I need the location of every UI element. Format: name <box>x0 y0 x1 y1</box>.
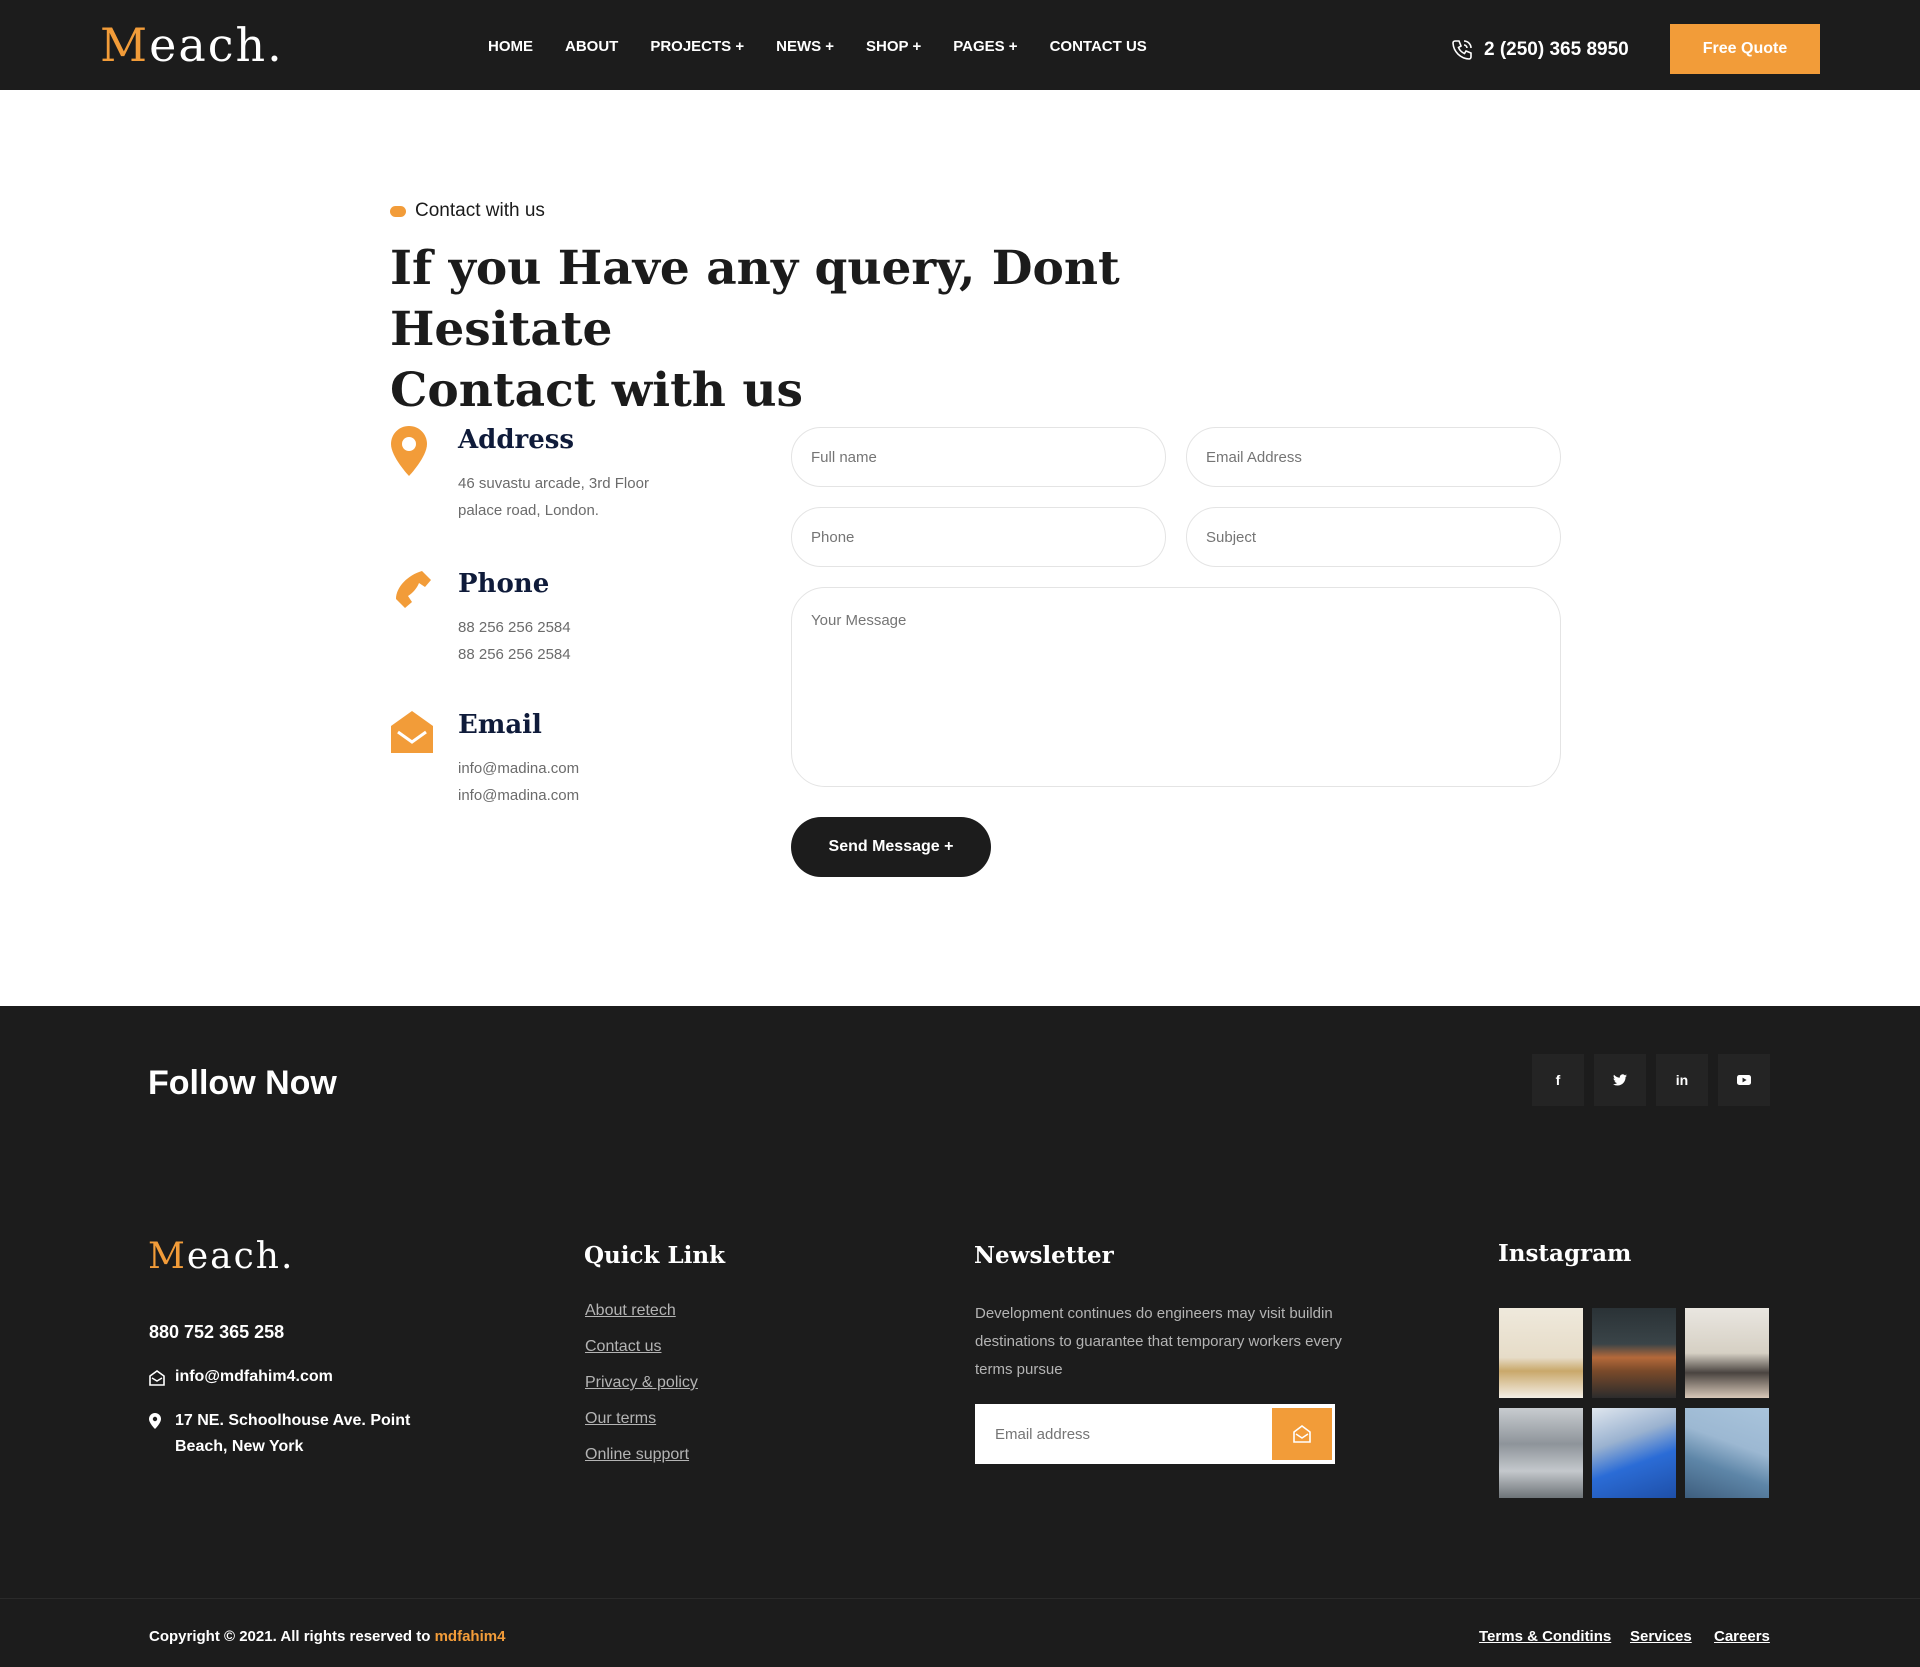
terms-link[interactable]: Terms & Conditins <box>1479 1628 1611 1645</box>
phone-input[interactable] <box>791 507 1166 567</box>
instagram-title: Instagram <box>1498 1240 1632 1267</box>
subject-input[interactable] <box>1186 507 1561 567</box>
services-link[interactable]: Services <box>1630 1628 1692 1645</box>
copyright-owner-link[interactable]: mdfahim4 <box>435 1628 506 1645</box>
phone-icon <box>1452 40 1472 60</box>
address-line-2: palace road, London. <box>458 502 599 519</box>
message-textarea[interactable] <box>791 587 1561 787</box>
quick-link-about[interactable]: About retech <box>585 1302 676 1320</box>
footer-email[interactable]: info@mdfahim4.com <box>175 1368 333 1386</box>
copyright-prefix: Copyright © 2021. All rights reserved to <box>149 1628 435 1645</box>
phone-line-1: 88 256 256 2584 <box>458 619 571 636</box>
quick-link-terms[interactable]: Our terms <box>585 1410 656 1428</box>
instagram-photo-6[interactable] <box>1685 1408 1769 1498</box>
main-nav: HOME ABOUT PROJECTS + NEWS + SHOP + PAGE… <box>488 38 1179 55</box>
phone-title: Phone <box>458 569 550 599</box>
mail-icon <box>149 1370 165 1386</box>
email-address-input[interactable] <box>1186 427 1561 487</box>
newsletter-description: Development continues do engineers may v… <box>975 1305 1342 1378</box>
page-title: If you Have any query, Dont Hesitate Con… <box>390 238 1290 421</box>
footer-logo-letter: M <box>148 1236 187 1277</box>
quick-link-title: Quick Link <box>584 1242 726 1269</box>
email-title: Email <box>458 710 542 740</box>
instagram-photo-5[interactable] <box>1592 1408 1676 1498</box>
envelope-open-icon <box>391 711 433 753</box>
free-quote-button[interactable]: Free Quote <box>1670 24 1820 74</box>
footer-phone[interactable]: 880 752 365 258 <box>149 1322 284 1343</box>
twitter-icon[interactable] <box>1594 1054 1646 1106</box>
nav-projects[interactable]: PROJECTS + <box>650 38 744 55</box>
footer-divider <box>0 1598 1920 1599</box>
header-phone[interactable]: 2 (250) 365 8950 <box>1450 38 1629 62</box>
quick-link-contact[interactable]: Contact us <box>585 1338 661 1356</box>
instagram-photo-1[interactable] <box>1499 1308 1583 1398</box>
nav-news[interactable]: NEWS + <box>776 38 834 55</box>
nav-shop[interactable]: SHOP + <box>866 38 921 55</box>
footer-address-line-2: Beach, New York <box>175 1438 304 1455</box>
section-tagline: Contact with us <box>390 200 545 222</box>
tagline-text: Contact with us <box>415 200 545 221</box>
location-pin-icon <box>391 426 427 476</box>
nav-home[interactable]: HOME <box>488 38 533 55</box>
title-line-2: Contact with us <box>390 363 803 418</box>
careers-link[interactable]: Careers <box>1714 1628 1770 1645</box>
site-header: Meach. HOME ABOUT PROJECTS + NEWS + SHOP… <box>0 0 1920 90</box>
linkedin-icon[interactable]: in <box>1656 1054 1708 1106</box>
instagram-photo-2[interactable] <box>1592 1308 1676 1398</box>
facebook-icon[interactable]: f <box>1532 1054 1584 1106</box>
quick-link-support[interactable]: Online support <box>585 1446 689 1464</box>
title-line-1: If you Have any query, Dont Hesitate <box>390 241 1120 357</box>
phone-handset-icon <box>396 571 431 608</box>
address-title: Address <box>458 425 575 455</box>
email-line-1: info@madina.com <box>458 760 580 777</box>
address-line-1: 46 suvastu arcade, 3rd Floor <box>458 475 649 492</box>
logo-text: each. <box>149 18 284 72</box>
follow-title: Follow Now <box>148 1064 337 1102</box>
copyright-text: Copyright © 2021. All rights reserved to… <box>149 1628 505 1645</box>
nav-contact-us[interactable]: CONTACT US <box>1050 38 1147 55</box>
send-message-button[interactable]: Send Message + <box>791 817 991 877</box>
phone-line-2: 88 256 256 2584 <box>458 646 571 663</box>
instagram-photo-3[interactable] <box>1685 1308 1769 1398</box>
map-pin-icon <box>149 1413 161 1429</box>
instagram-photo-4[interactable] <box>1499 1408 1583 1498</box>
newsletter-title: Newsletter <box>974 1242 1114 1269</box>
email-line-2: info@madina.com <box>458 787 580 804</box>
site-footer: Follow Now f in Meach. 880 752 365 258 i… <box>0 1006 1920 1667</box>
youtube-icon[interactable] <box>1718 1054 1770 1106</box>
site-logo[interactable]: Meach. <box>100 18 284 72</box>
logo-letter: M <box>100 18 150 72</box>
footer-logo-text: each. <box>186 1236 295 1277</box>
newsletter-subscribe-button[interactable] <box>1272 1408 1332 1460</box>
envelope-icon <box>1293 1425 1311 1443</box>
nav-about[interactable]: ABOUT <box>565 38 618 55</box>
footer-address-line-1: 17 NE. Schoolhouse Ave. Point <box>175 1412 411 1429</box>
tagline-dot <box>390 205 406 217</box>
footer-logo[interactable]: Meach. <box>148 1236 294 1277</box>
quick-link-privacy[interactable]: Privacy & policy <box>585 1374 698 1392</box>
nav-pages[interactable]: PAGES + <box>953 38 1017 55</box>
full-name-input[interactable] <box>791 427 1166 487</box>
header-phone-number: 2 (250) 365 8950 <box>1484 39 1629 60</box>
